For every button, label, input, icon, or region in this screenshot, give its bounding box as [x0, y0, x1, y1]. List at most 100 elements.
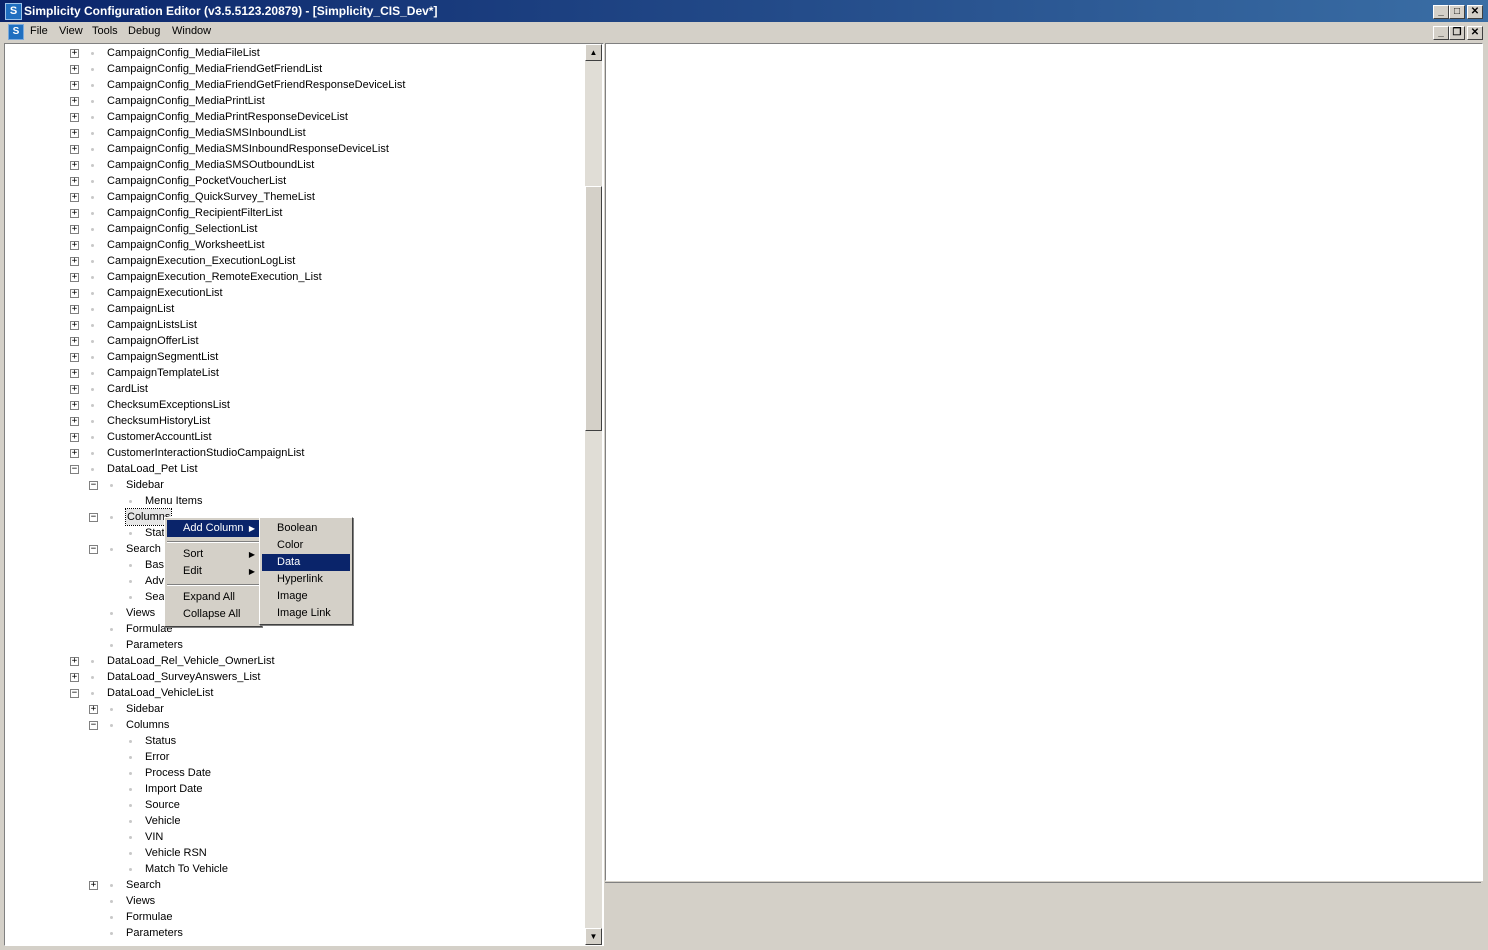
collapse-icon[interactable]: − [70, 689, 79, 698]
document-icon[interactable]: S [8, 24, 24, 40]
minimize-button[interactable]: _ [1433, 5, 1449, 19]
submenu-item-data[interactable]: Data [262, 554, 350, 571]
scroll-down-button[interactable]: ▼ [585, 928, 602, 945]
tree-item[interactable]: − Sidebar [5, 477, 585, 493]
tree-item[interactable]: + CampaignConfig_MediaFriendGetFriendResp… [5, 77, 585, 93]
collapse-icon[interactable]: − [89, 545, 98, 554]
expand-icon[interactable]: + [70, 257, 79, 266]
tree-item[interactable]: Process Date [5, 765, 585, 781]
tree-item[interactable]: + CampaignConfig_MediaSMSOutboundList [5, 157, 585, 173]
submenu-item-image[interactable]: Image [262, 588, 350, 605]
expand-icon[interactable]: + [70, 225, 79, 234]
tree-item[interactable]: Parameters [5, 637, 585, 653]
tree-view[interactable]: + CampaignConfig_MediaFileList + CampaignCo… [5, 44, 585, 945]
menu-file[interactable]: File [30, 25, 48, 37]
expand-icon[interactable]: + [70, 113, 79, 122]
tree-item[interactable]: + CampaignExecution_RemoteExecution_List [5, 269, 585, 285]
menu-item-add-column[interactable]: Add Column ▶ [167, 520, 259, 537]
tree-item[interactable]: + CampaignExecutionList [5, 285, 585, 301]
scroll-thumb[interactable] [585, 186, 602, 431]
expand-icon[interactable]: + [70, 65, 79, 74]
tree-item[interactable]: + CampaignConfig_MediaFileList [5, 45, 585, 61]
tree-item[interactable]: + Search [5, 877, 585, 893]
menu-debug[interactable]: Debug [128, 25, 160, 37]
collapse-icon[interactable]: − [89, 481, 98, 490]
expand-icon[interactable]: + [70, 289, 79, 298]
expand-icon[interactable]: + [70, 449, 79, 458]
tree-item[interactable]: Menu Items [5, 493, 585, 509]
tree-item[interactable]: + ChecksumExceptionsList [5, 397, 585, 413]
expand-icon[interactable]: + [70, 385, 79, 394]
tree-item[interactable]: + CampaignConfig_SelectionList [5, 221, 585, 237]
tree-item[interactable]: Vehicle [5, 813, 585, 829]
scroll-up-button[interactable]: ▲ [585, 44, 602, 61]
expand-icon[interactable]: + [70, 417, 79, 426]
expand-icon[interactable]: + [89, 705, 98, 714]
close-button[interactable]: ✕ [1467, 5, 1483, 19]
collapse-icon[interactable]: − [89, 721, 98, 730]
expand-icon[interactable]: + [70, 353, 79, 362]
tree-item[interactable]: Vehicle RSN [5, 845, 585, 861]
mdi-restore-button[interactable]: ❐ [1449, 26, 1465, 40]
tree-item[interactable]: + CampaignConfig_MediaPrintList [5, 93, 585, 109]
tree-item[interactable]: + CampaignList [5, 301, 585, 317]
expand-icon[interactable]: + [70, 81, 79, 90]
tree-item[interactable]: + CampaignConfig_RecipientFilterList [5, 205, 585, 221]
menu-item-collapse-all[interactable]: Collapse All [167, 606, 259, 623]
expand-icon[interactable]: + [70, 305, 79, 314]
tree-item[interactable]: Import Date [5, 781, 585, 797]
tree-item[interactable]: Error [5, 749, 585, 765]
menu-item-edit[interactable]: Edit ▶ [167, 563, 259, 580]
expand-icon[interactable]: + [70, 273, 79, 282]
editor-pane[interactable] [605, 43, 1483, 881]
menu-tools[interactable]: Tools [92, 25, 118, 37]
tree-item[interactable]: − DataLoad_Pet List [5, 461, 585, 477]
menu-view[interactable]: View [59, 25, 83, 37]
tree-item[interactable]: + DataLoad_SurveyAnswers_List [5, 669, 585, 685]
expand-icon[interactable]: + [70, 209, 79, 218]
tree-item[interactable]: + CampaignConfig_MediaSMSInboundResponseD… [5, 141, 585, 157]
tree-item[interactable]: + CampaignConfig_PocketVoucherList [5, 173, 585, 189]
tree-item[interactable]: + CampaignListsList [5, 317, 585, 333]
tree-item[interactable]: Match To Vehicle [5, 861, 585, 877]
tree-item[interactable]: − DataLoad_VehicleList [5, 685, 585, 701]
expand-icon[interactable]: + [70, 433, 79, 442]
expand-icon[interactable]: + [70, 49, 79, 58]
tree-item[interactable]: + CampaignConfig_MediaSMSInboundList [5, 125, 585, 141]
maximize-button[interactable]: □ [1449, 5, 1465, 19]
expand-icon[interactable]: + [70, 401, 79, 410]
tree-item[interactable]: + ChecksumHistoryList [5, 413, 585, 429]
tree-item[interactable]: Formulae [5, 909, 585, 925]
tree-item[interactable]: − Columns [5, 717, 585, 733]
tree-item[interactable]: VIN [5, 829, 585, 845]
expand-icon[interactable]: + [70, 193, 79, 202]
tree-item[interactable]: + CampaignConfig_MediaFriendGetFriendList [5, 61, 585, 77]
mdi-minimize-button[interactable]: _ [1433, 26, 1449, 40]
expand-icon[interactable]: + [70, 97, 79, 106]
expand-icon[interactable]: + [70, 657, 79, 666]
collapse-icon[interactable]: − [89, 513, 98, 522]
expand-icon[interactable]: + [70, 673, 79, 682]
tree-item[interactable]: + CampaignConfig_WorksheetList [5, 237, 585, 253]
tree-item[interactable]: Source [5, 797, 585, 813]
menu-item-expand-all[interactable]: Expand All [167, 589, 259, 606]
tree-item[interactable]: + CampaignConfig_MediaPrintResponseDevice… [5, 109, 585, 125]
tree-item[interactable]: Parameters [5, 925, 585, 941]
expand-icon[interactable]: + [70, 369, 79, 378]
expand-icon[interactable]: + [70, 241, 79, 250]
submenu-item-color[interactable]: Color [262, 537, 350, 554]
app-icon[interactable]: S [5, 3, 22, 20]
tree-item[interactable]: + CampaignOfferList [5, 333, 585, 349]
tree-item[interactable]: + CampaignTemplateList [5, 365, 585, 381]
tree-item[interactable]: + DataLoad_Rel_Vehicle_OwnerList [5, 653, 585, 669]
expand-icon[interactable]: + [70, 145, 79, 154]
submenu-item-hyperlink[interactable]: Hyperlink [262, 571, 350, 588]
tree-item[interactable]: + CampaignSegmentList [5, 349, 585, 365]
submenu-item-image-link[interactable]: Image Link [262, 605, 350, 622]
tree-item[interactable]: + CustomerAccountList [5, 429, 585, 445]
menu-item-sort[interactable]: Sort ▶ [167, 546, 259, 563]
expand-icon[interactable]: + [89, 881, 98, 890]
expand-icon[interactable]: + [70, 161, 79, 170]
expand-icon[interactable]: + [70, 321, 79, 330]
tree-scrollbar[interactable]: ▲ ▼ [585, 44, 602, 945]
